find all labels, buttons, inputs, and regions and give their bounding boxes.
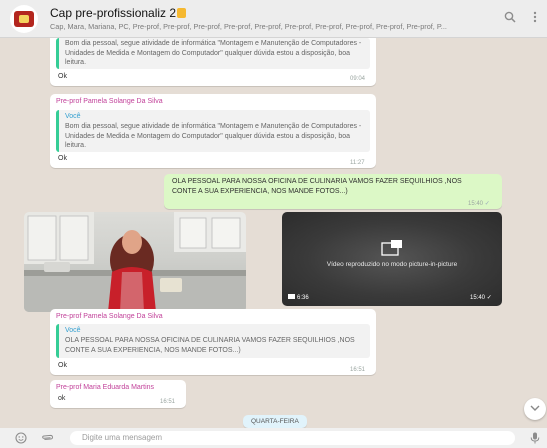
folder-emoji-icon (177, 8, 187, 18)
quoted-sender: Você (65, 113, 81, 120)
participants-list: Cap, Mara, Mariana, PC, Pre-prof, Pre-pr… (50, 22, 447, 31)
message-input-placeholder: Digite uma mensagem (82, 433, 163, 442)
message-time: 11:27 (350, 160, 365, 166)
group-avatar[interactable] (10, 5, 38, 33)
video-camera-icon (288, 294, 295, 299)
quoted-text: Bom dia pessoal, segue atividade de info… (65, 40, 362, 66)
chat-title-text: Cap pre-profissionaliz 2 (50, 6, 177, 20)
menu-dots-icon[interactable] (527, 11, 543, 27)
chat-title[interactable]: Cap pre-profissionaliz 2 (50, 6, 187, 20)
message-time: 15:40 ✓ (468, 200, 490, 207)
message-time: 09:04 (350, 76, 366, 82)
message-text: Ok (58, 155, 67, 162)
quoted-message[interactable]: Você OLA PESSOAL PARA NOSSA OFICINA DE C… (56, 324, 370, 358)
quoted-text: OLA PESSOAL PARA NOSSA OFICINA DE CULINA… (65, 337, 355, 354)
quoted-message[interactable]: Bom dia pessoal, segue atividade de info… (56, 38, 370, 69)
chevron-down-icon (530, 405, 540, 411)
pip-icon (381, 240, 402, 256)
read-check-icon: ✓ (486, 295, 492, 301)
message-text: ok (58, 395, 66, 402)
message-bubble[interactable]: Bom dia pessoal, segue atividade de info… (50, 38, 376, 86)
mic-icon[interactable] (528, 432, 542, 448)
message-bubble-outgoing[interactable]: OLA PESSOAL PARA NOSSA OFICINA DE CULINA… (164, 174, 502, 209)
sender-name: Pre-prof Pamela Solange Da Silva (56, 98, 163, 105)
message-list[interactable]: Bom dia pessoal, segue atividade de info… (0, 38, 547, 428)
message-input[interactable]: Digite uma mensagem (70, 431, 515, 445)
scroll-to-bottom-button[interactable] (524, 398, 546, 420)
sender-name: Pre-prof Pamela Solange Da Silva (56, 313, 163, 320)
sender-name: Pre-prof Maria Eduarda Martins (56, 384, 155, 391)
message-time: 16:51 (160, 399, 176, 405)
message-text: OLA PESSOAL PARA NOSSA OFICINA DE CULINA… (172, 178, 462, 195)
video-duration-text: 6:36 (297, 295, 309, 301)
pip-label: Vídeo reproduzido no modo picture-in-pic… (326, 261, 458, 268)
video-message-thumbnail[interactable] (24, 212, 246, 312)
quoted-text: Bom dia pessoal, segue atividade de info… (65, 123, 362, 149)
message-bubble[interactable]: Pre-prof Maria Eduarda Martins ok 16:51 (50, 380, 186, 408)
attach-icon[interactable] (40, 432, 54, 448)
quoted-sender: Você (65, 327, 81, 334)
video-message-pip[interactable]: Vídeo reproduzido no modo picture-in-pic… (282, 212, 502, 306)
emoji-icon[interactable] (14, 432, 28, 448)
message-time-text: 15:40 (468, 201, 484, 207)
video-duration: 6:36 (288, 294, 309, 301)
video-time: 15:40 ✓ (470, 294, 492, 301)
message-time: 16:51 (350, 367, 366, 373)
message-bubble[interactable]: Pre-prof Pamela Solange Da Silva Você Bo… (50, 94, 376, 168)
kitchen-scene-image (24, 212, 246, 312)
quoted-message[interactable]: Você Bom dia pessoal, segue atividade de… (56, 110, 370, 152)
message-text: Ok (58, 73, 67, 80)
day-divider: QUARTA-FEIRA (243, 415, 307, 428)
search-icon[interactable] (502, 11, 518, 27)
message-text: Ok (58, 362, 67, 369)
message-bubble[interactable]: Pre-prof Pamela Solange Da Silva Você OL… (50, 309, 376, 375)
video-time-text: 15:40 (470, 295, 486, 301)
chat-header[interactable]: Cap pre-profissionaliz 2 Cap, Mara, Mari… (0, 0, 547, 38)
read-check-icon: ✓ (484, 201, 490, 207)
composer-bar: Digite uma mensagem (0, 428, 547, 448)
